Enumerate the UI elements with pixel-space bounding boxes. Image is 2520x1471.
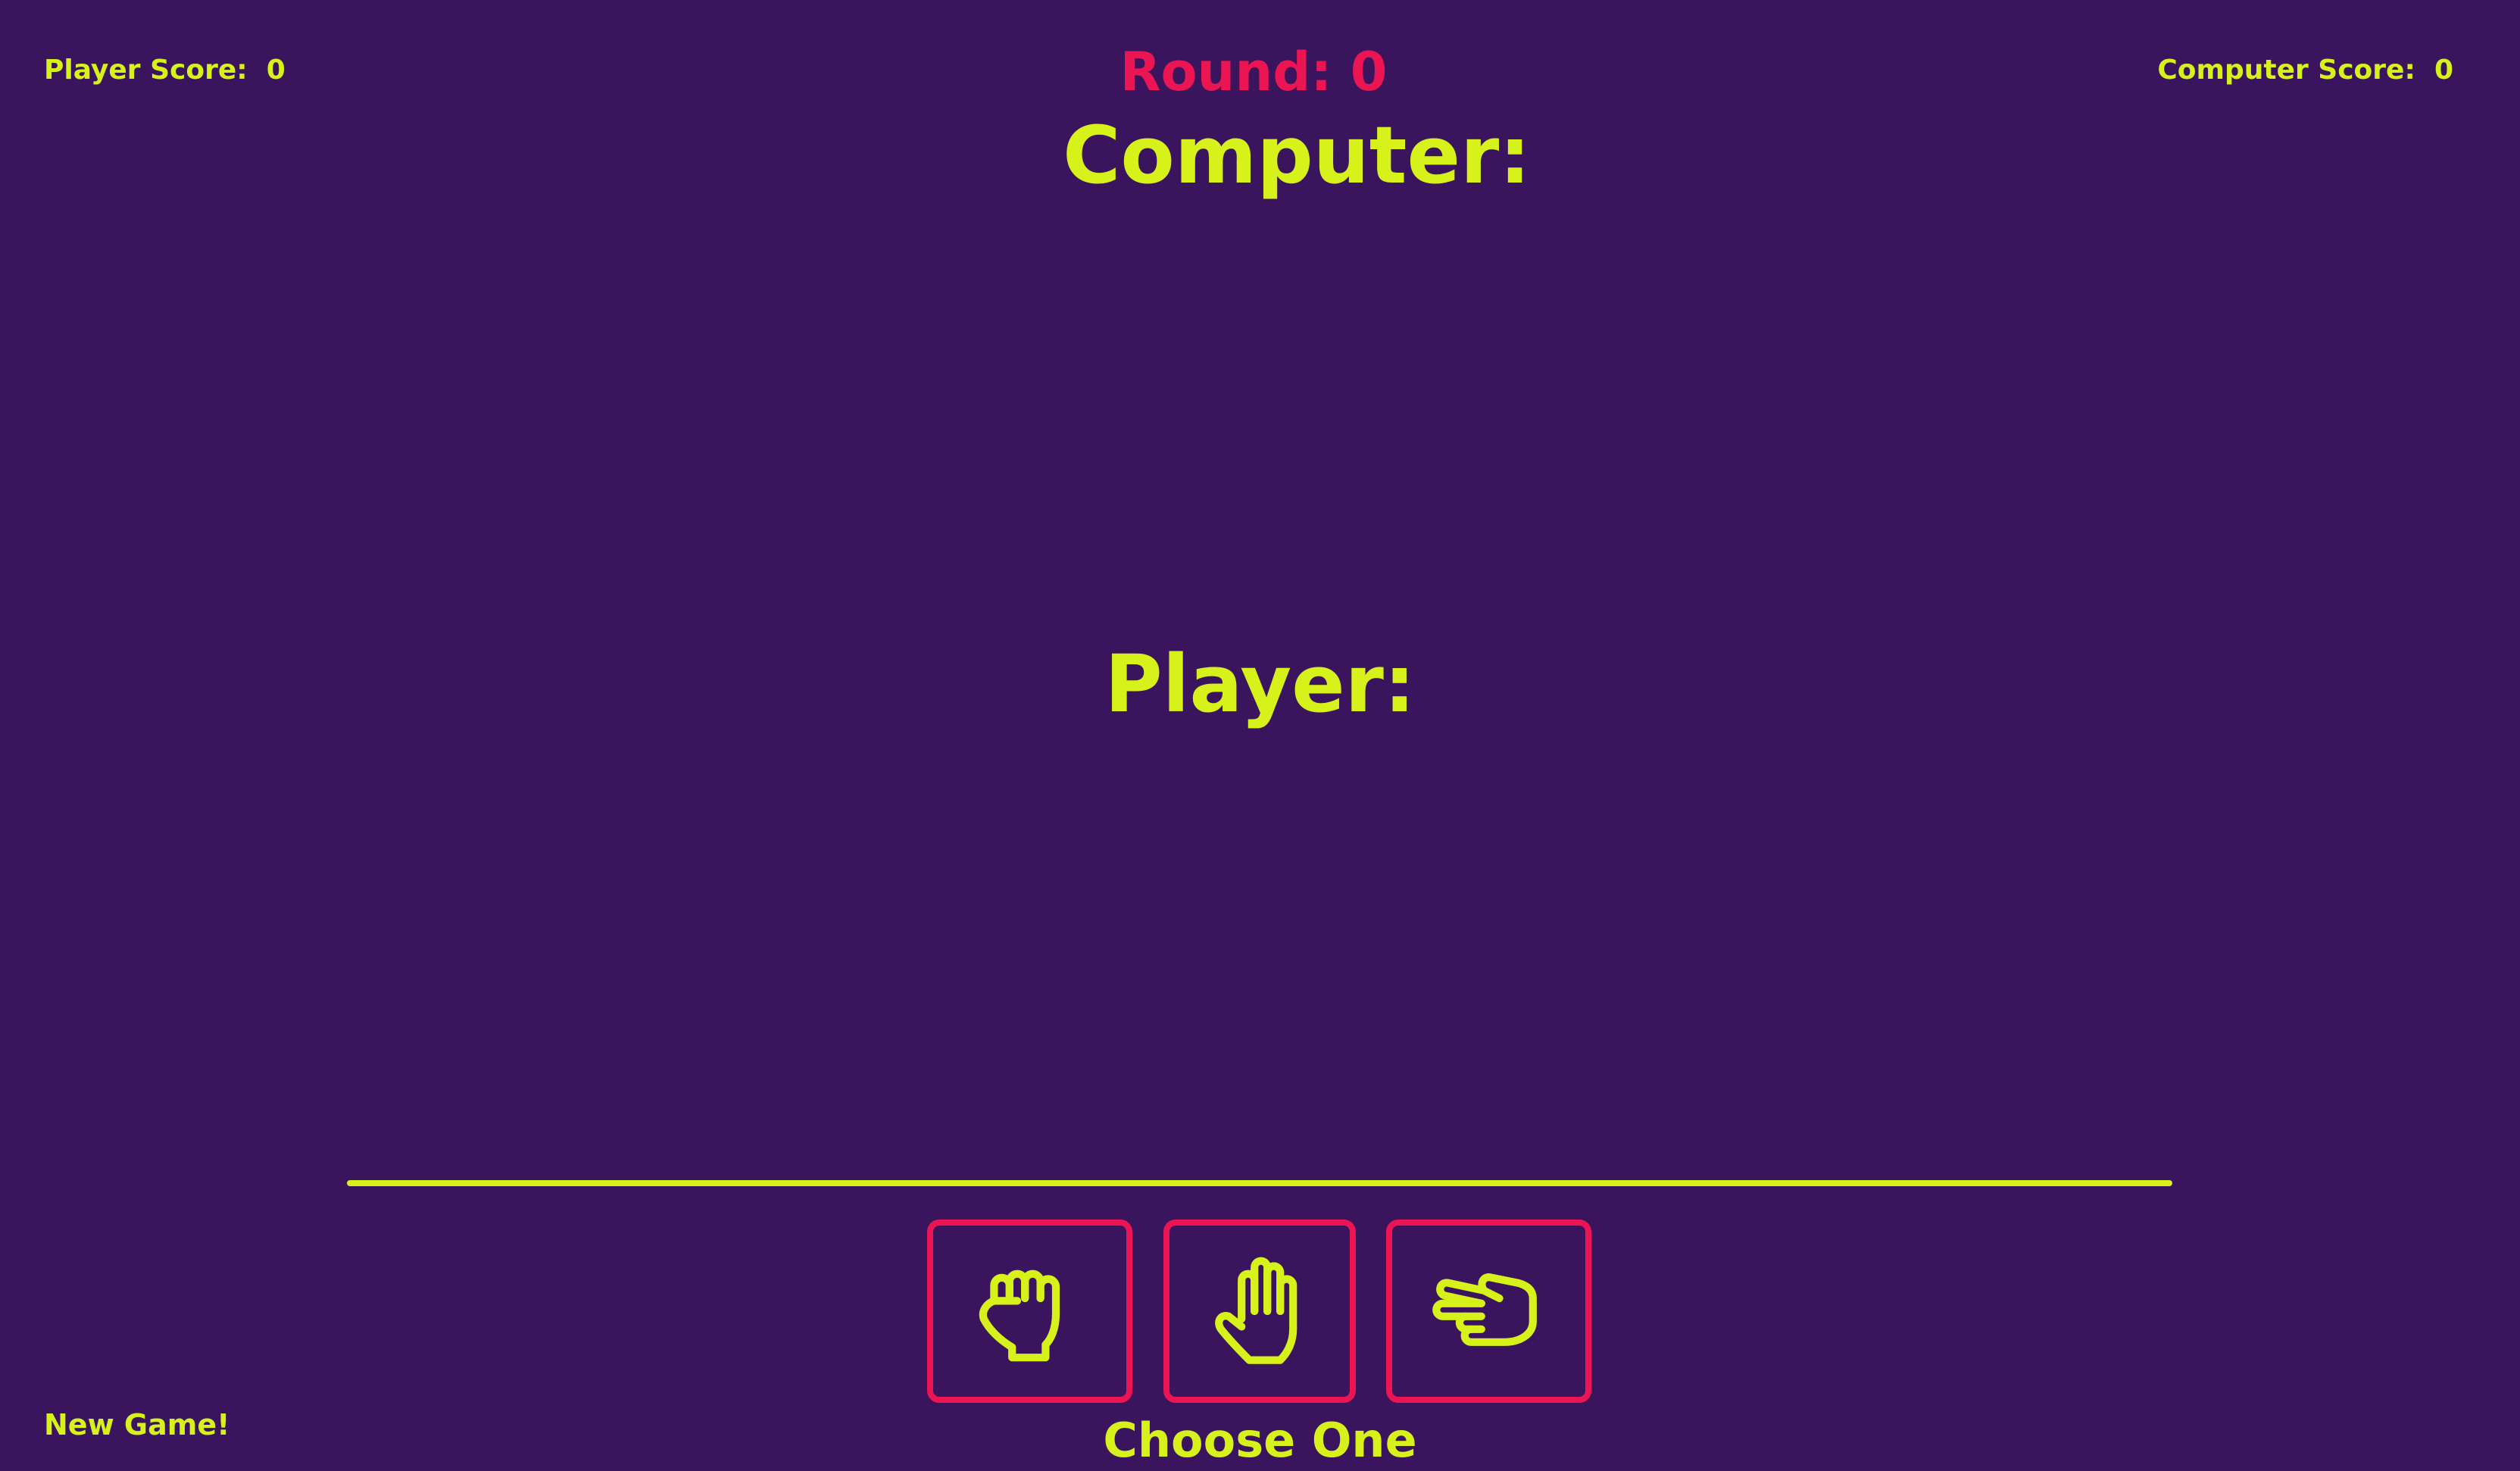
divider xyxy=(347,1180,2172,1186)
hand-scissors-icon xyxy=(1432,1273,1537,1346)
choose-one-prompt: Choose One xyxy=(1103,1413,1417,1468)
new-game-button[interactable]: New Game! xyxy=(44,1406,230,1444)
player-choice-heading: Player: xyxy=(1104,638,1416,730)
round-indicator: Round: 0 xyxy=(0,38,2507,106)
round-label: Round: xyxy=(1119,41,1332,103)
paper-button[interactable] xyxy=(1163,1220,1356,1403)
rock-button[interactable] xyxy=(927,1220,1132,1403)
round-value: 0 xyxy=(1350,41,1388,103)
computer-score-value: 0 xyxy=(2434,55,2453,86)
computer-choice-heading: Computer: xyxy=(1063,109,1531,201)
computer-score-label: Computer Score: xyxy=(2157,55,2415,86)
hand-open-icon xyxy=(1215,1257,1297,1364)
scissors-button[interactable] xyxy=(1386,1220,1591,1403)
computer-score: Computer Score: 0 xyxy=(2157,52,2453,89)
hand-fist-icon xyxy=(979,1270,1060,1362)
